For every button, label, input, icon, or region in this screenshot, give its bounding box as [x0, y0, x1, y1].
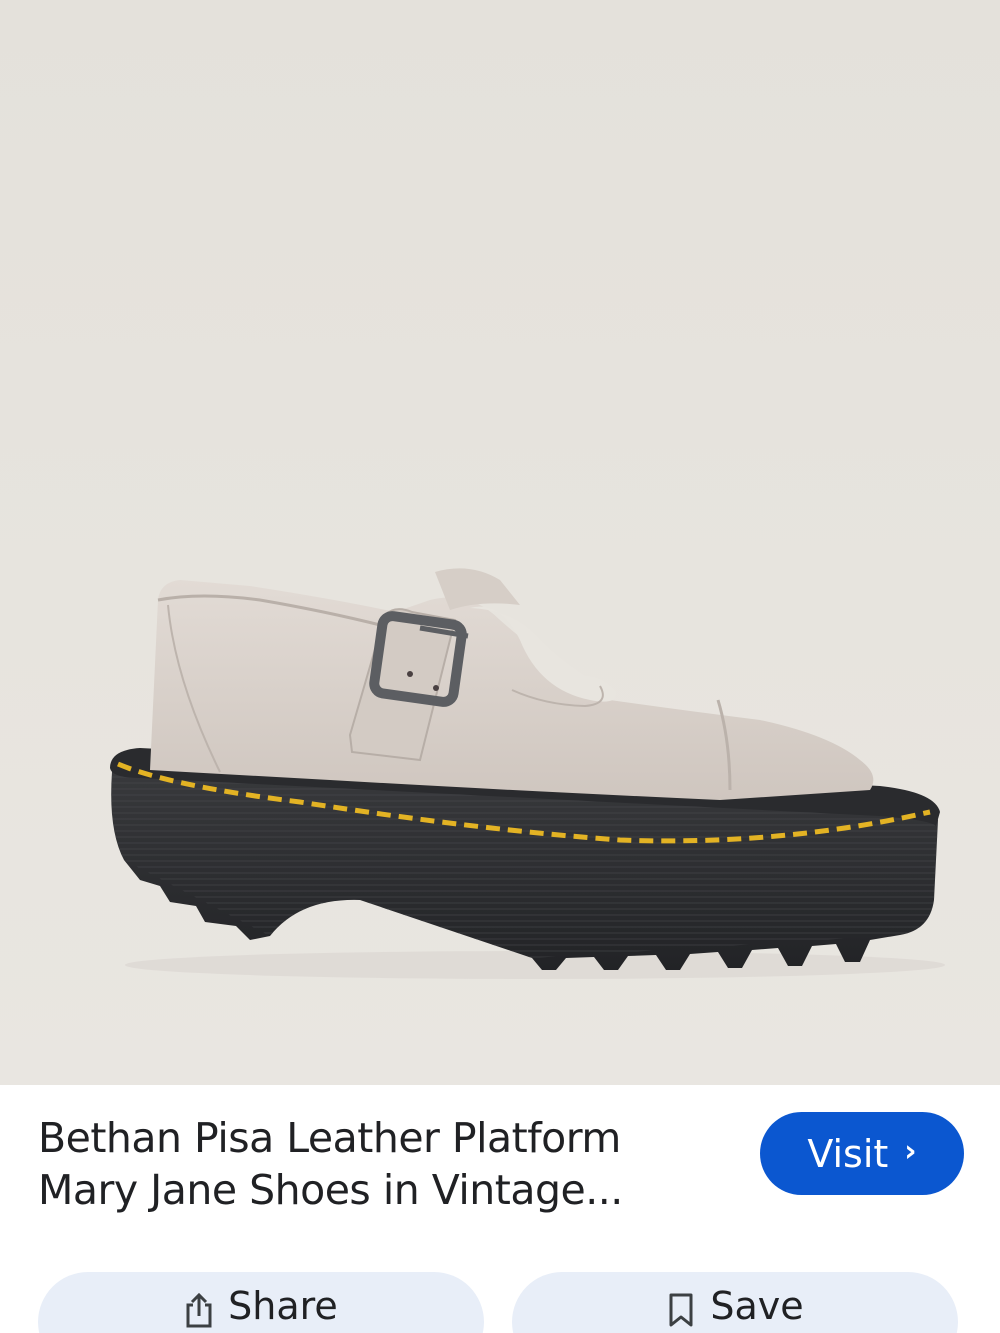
save-label: Save	[710, 1284, 804, 1328]
visit-button[interactable]: Visit ›	[760, 1112, 964, 1195]
bookmark-icon	[669, 1293, 693, 1327]
product-title-line2: Mary Jane Shoes in Vintage...	[38, 1166, 623, 1214]
share-button[interactable]: Share	[38, 1272, 484, 1333]
product-title-line1: Bethan Pisa Leather Platform	[38, 1114, 621, 1162]
chevron-right-icon: ›	[904, 1134, 917, 1169]
product-image[interactable]	[0, 0, 1000, 1085]
visit-label: Visit	[807, 1131, 889, 1176]
shoe-illustration	[110, 568, 945, 979]
pin-detail-page: Bethan Pisa Leather Platform Mary Jane S…	[0, 0, 1000, 1333]
save-button[interactable]: Save	[512, 1272, 958, 1333]
share-label: Share	[228, 1284, 338, 1328]
product-title[interactable]: Bethan Pisa Leather Platform Mary Jane S…	[38, 1112, 718, 1216]
share-icon	[186, 1292, 212, 1328]
